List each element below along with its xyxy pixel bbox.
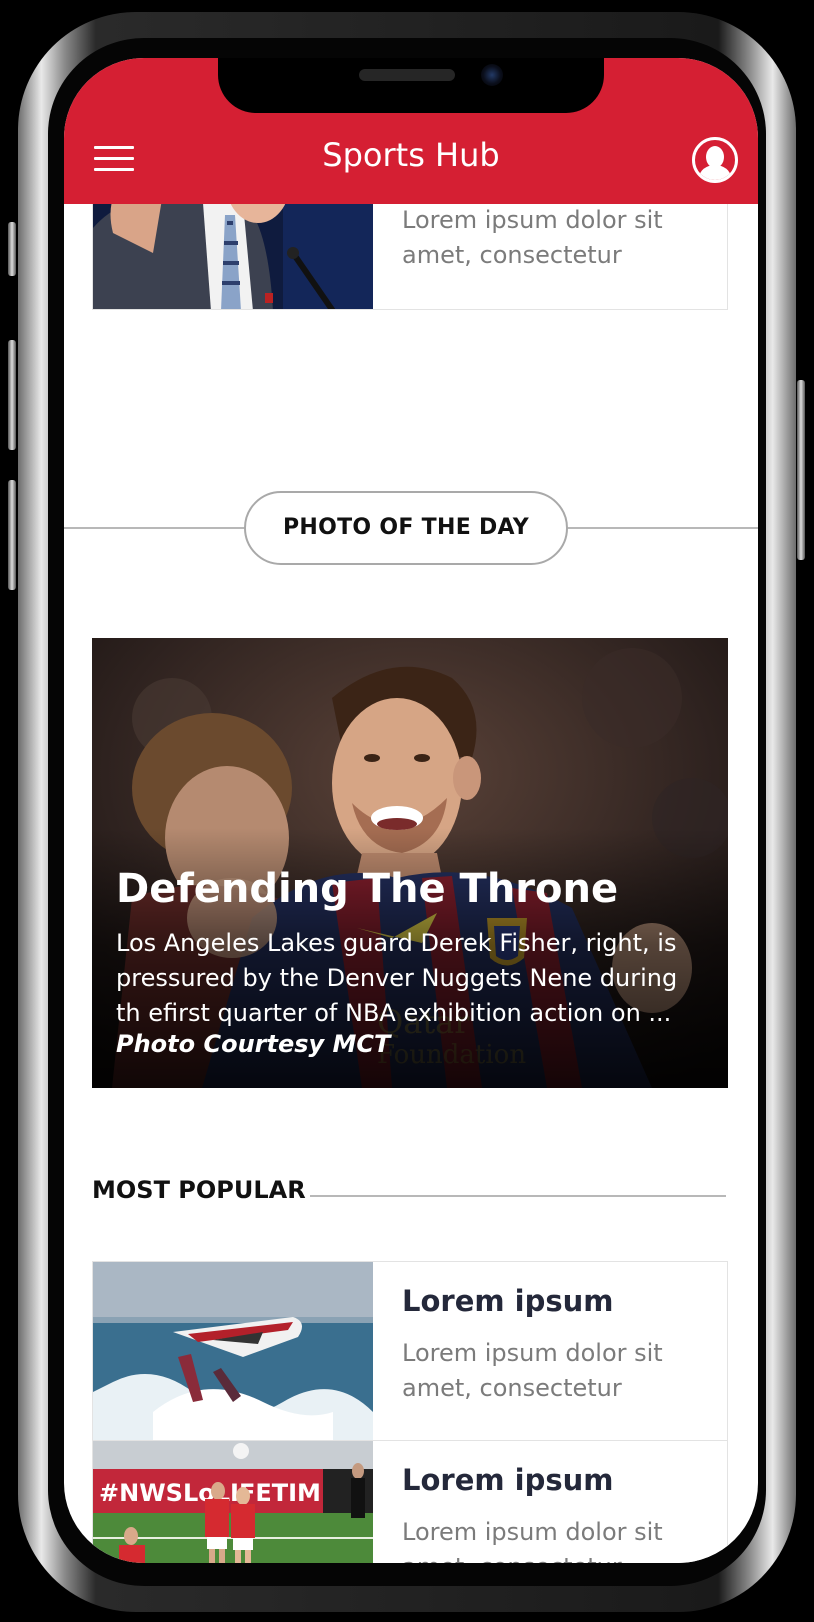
news-card-thumbnail <box>93 1262 373 1440</box>
notch <box>218 58 604 113</box>
app-title: Sports Hub <box>322 136 500 174</box>
section-divider-line <box>310 1195 726 1197</box>
photo-of-the-day-card[interactable]: Qatar Foundation Defending The Throne Lo… <box>92 638 728 1088</box>
photo-credit: Photo Courtesy MCT <box>116 1030 391 1058</box>
mute-switch <box>8 222 16 276</box>
news-card[interactable]: Lorem ipsum Lorem ipsum dolor sit amet, … <box>92 1261 728 1441</box>
photo-title: Defending The Throne <box>116 866 619 912</box>
photo-description: Los Angeles Lakes guard Derek Fisher, ri… <box>116 929 678 1027</box>
most-popular-heading: MOST POPULAR <box>92 1176 306 1204</box>
news-card-description: Lorem ipsum dolor sit amet, consectetur <box>402 206 663 269</box>
news-card-description: Lorem ipsum dolor sit amet, consectetur <box>402 1518 663 1563</box>
news-card-thumbnail: #NWSLoLIFETIME <box>93 1441 373 1563</box>
app-screen: Sports Hub Lorem ipsum dolor sit amet, c… <box>64 58 758 1563</box>
volume-up-button <box>8 340 16 450</box>
news-card-title: Lorem ipsum <box>402 1284 614 1318</box>
user-profile-icon[interactable] <box>692 137 738 183</box>
front-camera <box>481 64 503 86</box>
speaker-grille <box>359 69 455 81</box>
power-button <box>797 380 805 560</box>
photo-of-the-day-label: PHOTO OF THE DAY <box>244 491 568 565</box>
news-card[interactable]: #NWSLoLIFETIME <box>92 1440 728 1563</box>
news-card-title: Lorem ipsum <box>402 1463 614 1497</box>
volume-down-button <box>8 480 16 590</box>
news-card-description: Lorem ipsum dolor sit amet, consectetur <box>402 1339 663 1402</box>
